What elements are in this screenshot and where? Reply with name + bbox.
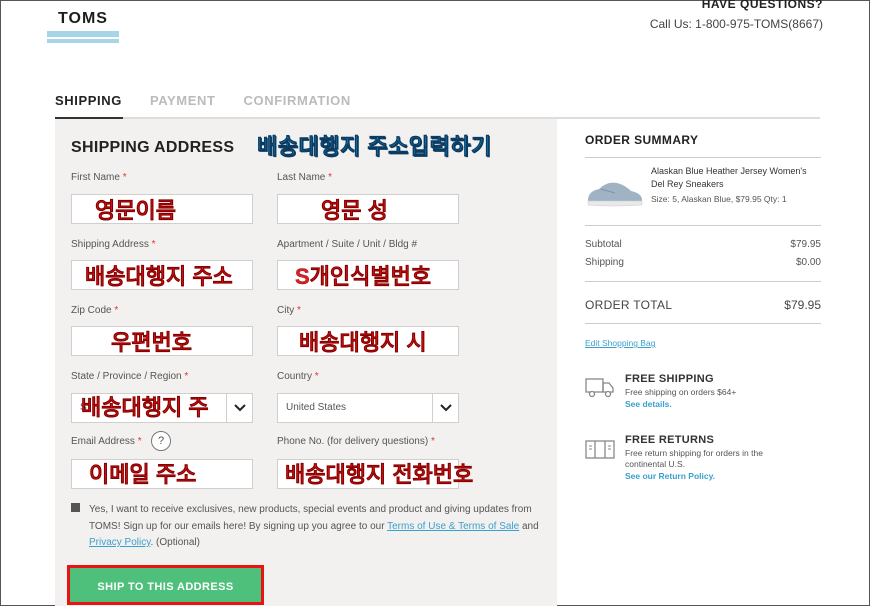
country-select[interactable]: United States (277, 393, 459, 423)
summary-title: ORDER SUMMARY (585, 133, 699, 147)
apartment-label: Apartment / Suite / Unit / Bldg # (277, 239, 418, 250)
state-annotation: 배송대행지 주 (81, 395, 209, 420)
divider (585, 225, 821, 226)
checkout-steps: SHIPPING PAYMENT CONFIRMATION (55, 93, 351, 108)
help-title: HAVE QUESTIONS? (701, 0, 823, 11)
product-detail: Size: 5, Alaskan Blue, $79.95 Qty: 1 (651, 194, 787, 204)
help-phone[interactable]: Call Us: 1-800-975-TOMS(8667) (650, 17, 823, 31)
form-title: SHIPPING ADDRESS (71, 139, 235, 156)
optin-checkbox[interactable] (71, 503, 80, 512)
last-name-label: Last Name * (277, 172, 333, 183)
address-label: Shipping Address * (71, 239, 156, 250)
logo-text: TOMS (47, 1, 119, 31)
free-returns-title: FREE RETURNS (625, 434, 715, 446)
free-shipping-title: FREE SHIPPING (625, 373, 714, 385)
toms-logo[interactable]: TOMS (47, 1, 119, 43)
chevron-down-icon[interactable] (432, 394, 458, 422)
country-label: Country * (277, 371, 319, 382)
zip-annotation: 우편번호 (111, 330, 192, 355)
privacy-link[interactable]: Privacy Policy (89, 537, 151, 548)
ship-to-address-button[interactable]: SHIP TO THIS ADDRESS (70, 568, 261, 602)
first-name-annotation: 영문이름 (95, 198, 176, 223)
subtotal-label: Subtotal (585, 239, 622, 250)
chevron-down-icon[interactable] (226, 394, 252, 422)
product-image (587, 182, 643, 207)
email-label: Email Address * (71, 436, 142, 447)
shipping-value: $0.00 (795, 257, 821, 268)
edit-shopping-bag-link[interactable]: Edit Shopping Bag (585, 338, 655, 348)
address-annotation: 배송대행지 주소 (85, 264, 233, 289)
free-shipping-desc: Free shipping on orders $64+ (625, 387, 737, 397)
subtotal-value: $79.95 (790, 239, 821, 250)
state-label: State / Province / Region * (71, 371, 189, 382)
order-total-value: $79.95 (784, 298, 821, 312)
step-confirmation: CONFIRMATION (243, 93, 351, 108)
step-shipping: SHIPPING (55, 93, 122, 108)
last-name-annotation: 영문 성 (321, 198, 388, 223)
return-box-icon (585, 440, 615, 459)
step-payment: PAYMENT (149, 93, 216, 108)
shipping-label: Shipping (585, 257, 624, 268)
terms-link[interactable]: Terms of Use & Terms of Sale (387, 521, 519, 532)
free-shipping-link[interactable]: See details. (625, 399, 672, 409)
apartment-annotation: S개인식별번호 (295, 264, 432, 289)
return-policy-link[interactable]: See our Return Policy. (625, 471, 715, 481)
help-icon[interactable]: ? (151, 431, 171, 451)
form-title-annotation: 배송대행지 주소입력하기 (257, 134, 492, 160)
logo-stripe (47, 37, 119, 43)
phone-annotation: 배송대행지 전화번호 (285, 462, 474, 487)
shipping-form: SHIPPING ADDRESS 배송대행지 주소입력하기 First Name… (55, 119, 557, 606)
free-returns-desc: Free return shipping for orders in the c… (625, 448, 763, 469)
city-annotation: 배송대행지 시 (299, 330, 427, 355)
divider (585, 281, 821, 282)
optin-text: Yes, I want to receive exclusives, new p… (89, 504, 539, 548)
divider (585, 323, 821, 324)
first-name-label: First Name * (71, 172, 127, 183)
zip-label: Zip Code * (71, 305, 119, 316)
product-name: Alaskan Blue Heather Jersey Women's Del … (651, 166, 807, 189)
country-select-value: United States (286, 402, 347, 413)
order-total-label: ORDER TOTAL (585, 298, 673, 312)
truck-icon (585, 378, 614, 398)
email-annotation: 이메일 주소 (89, 462, 197, 487)
city-label: City * (277, 305, 301, 316)
phone-label: Phone No. (for delivery questions) * (277, 436, 435, 447)
divider (585, 157, 821, 158)
